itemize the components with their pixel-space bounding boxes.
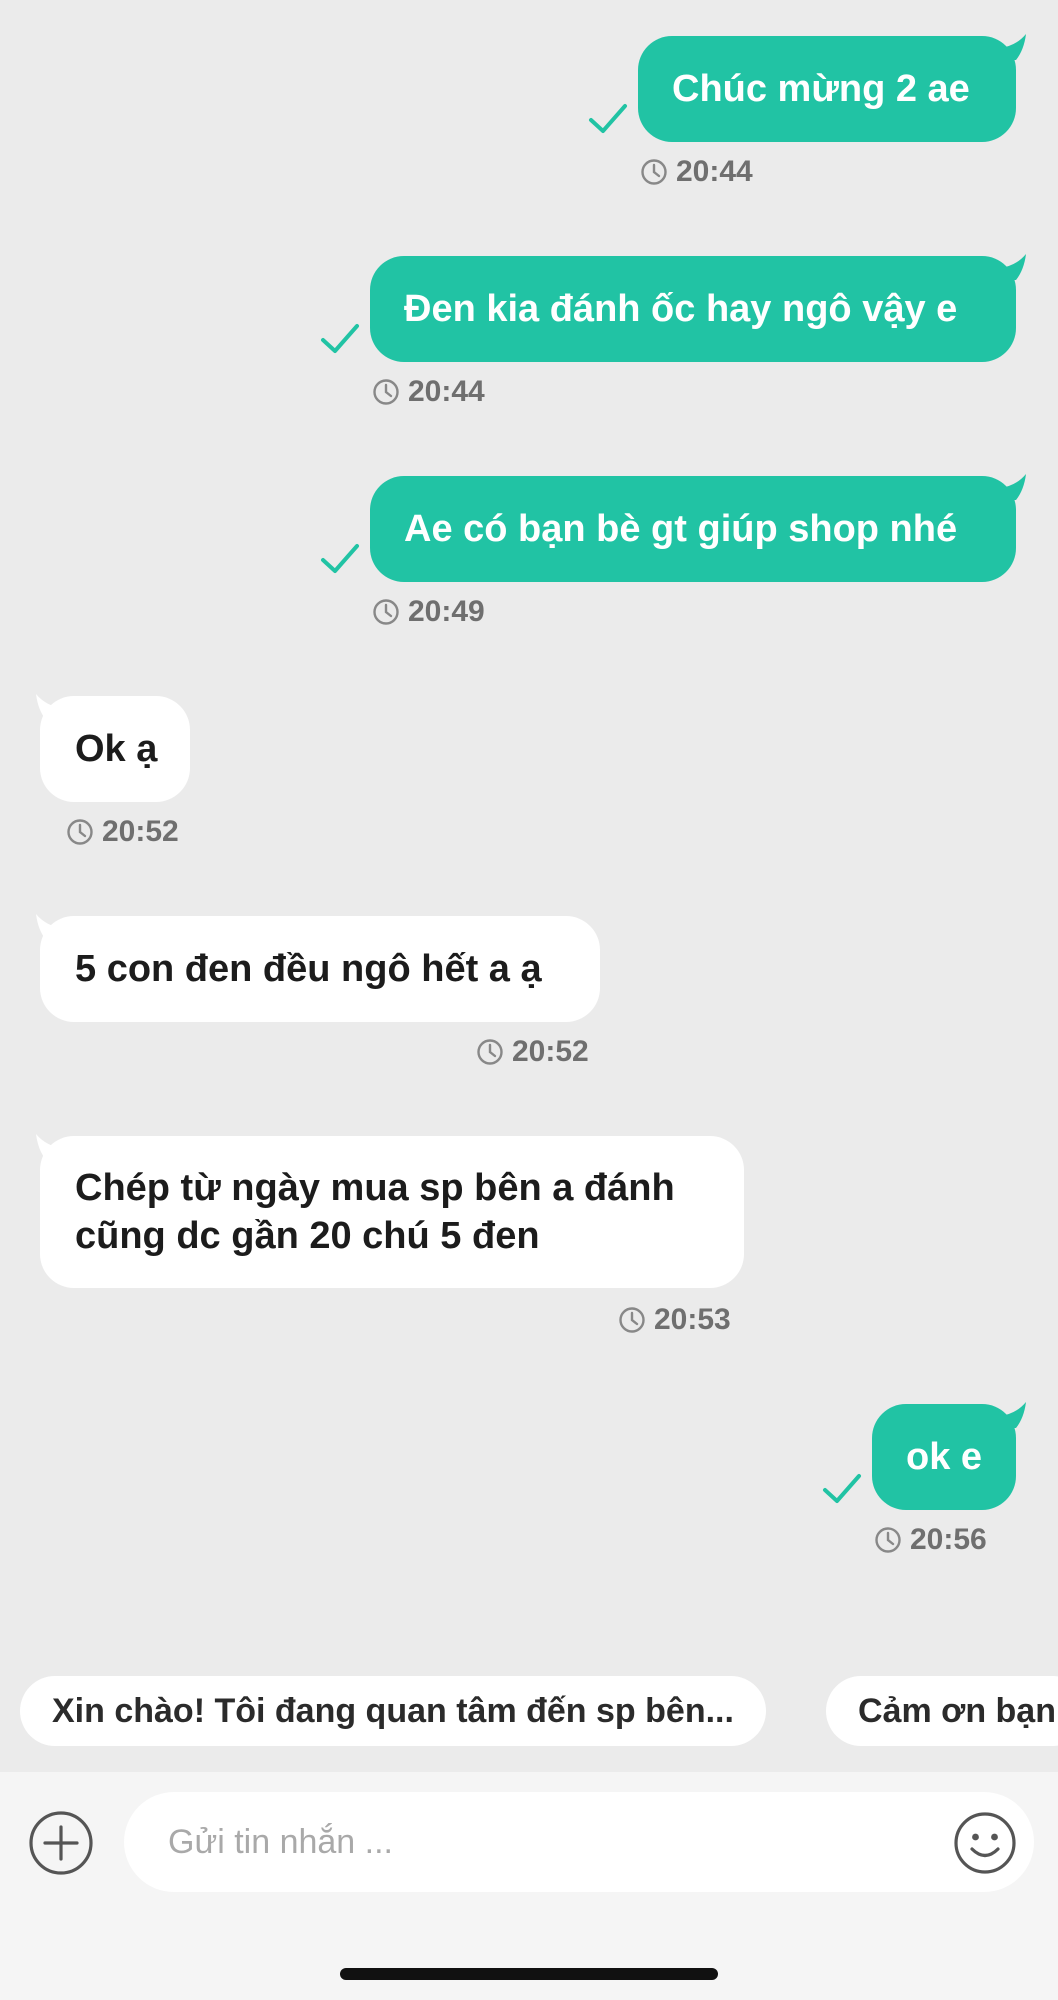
sent-check-icon (588, 102, 628, 136)
bubble-tail (1000, 34, 1030, 60)
message-time: 20:44 (640, 154, 753, 190)
bubble-tail (1000, 1402, 1030, 1428)
message-time: 20:53 (618, 1302, 731, 1338)
quick-reply-bar: Xin chào! Tôi đang quan tâm đến sp bên..… (0, 1672, 1058, 1752)
bubble-tail (1000, 254, 1030, 280)
clock-icon (476, 1038, 504, 1066)
clock-icon (372, 378, 400, 406)
message-bubble[interactable]: 5 con đen đều ngô hết a ạ (40, 916, 600, 1022)
sent-check-icon (320, 322, 360, 356)
sent-check-icon (822, 1472, 862, 1506)
message-input[interactable] (168, 1814, 928, 1870)
clock-icon (640, 158, 668, 186)
bubble-tail (1000, 474, 1030, 500)
quick-reply-chip[interactable]: Xin chào! Tôi đang quan tâm đến sp bên..… (20, 1676, 766, 1746)
message-composer (0, 1772, 1058, 2000)
message-bubble[interactable]: Ok ạ (40, 696, 190, 802)
message-input-container (124, 1792, 1034, 1892)
clock-icon (874, 1526, 902, 1554)
clock-icon (66, 818, 94, 846)
plus-icon[interactable] (28, 1810, 94, 1876)
message-time: 20:56 (874, 1522, 987, 1558)
message-bubble[interactable]: Chúc mừng 2 ae (638, 36, 1016, 142)
message-time: 20:44 (372, 374, 485, 410)
message-bubble[interactable]: ok e (872, 1404, 1016, 1510)
message-bubble[interactable]: Chép từ ngày mua sp bên a đánh cũng dc g… (40, 1136, 744, 1288)
home-indicator (340, 1968, 718, 1980)
emoji-icon[interactable] (952, 1810, 1018, 1876)
message-bubble[interactable]: Đen kia đánh ốc hay ngô vậy e (370, 256, 1016, 362)
clock-icon (372, 598, 400, 626)
chat-thread: Chúc mừng 2 ae 20:44 Đen kia đánh ốc hay… (0, 0, 1058, 1772)
clock-icon (618, 1306, 646, 1334)
message-time: 20:49 (372, 594, 485, 630)
message-time: 20:52 (476, 1034, 589, 1070)
quick-reply-chip[interactable]: Cảm ơn bạn (826, 1676, 1058, 1746)
message-time: 20:52 (66, 814, 179, 850)
sent-check-icon (320, 542, 360, 576)
message-bubble[interactable]: Ae có bạn bè gt giúp shop nhé (370, 476, 1016, 582)
